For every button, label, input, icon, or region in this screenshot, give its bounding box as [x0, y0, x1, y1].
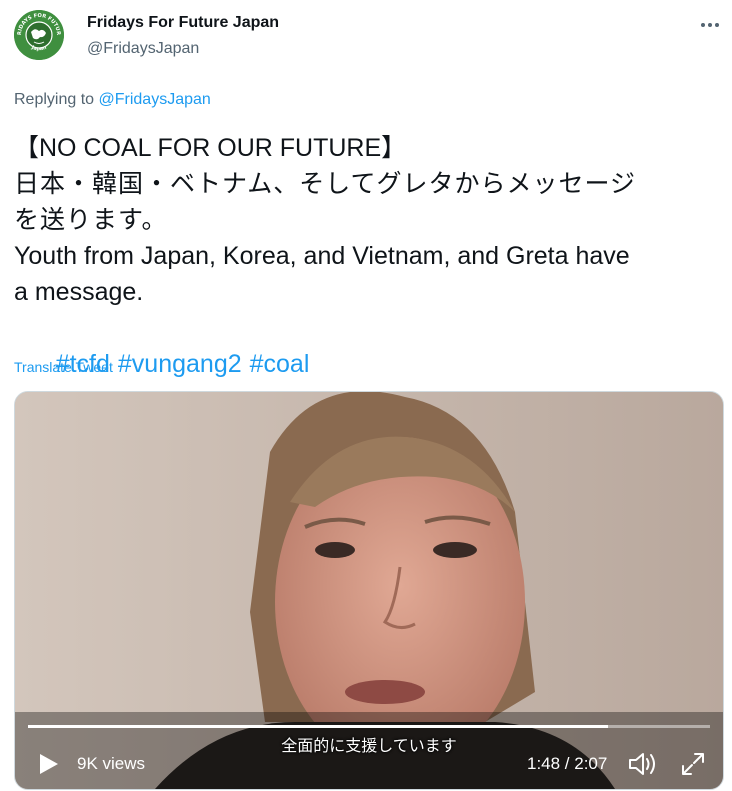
author-handle[interactable]: @FridaysJapan	[87, 40, 199, 58]
play-button[interactable]	[35, 751, 61, 777]
tweet-line-en-2: a message.	[14, 278, 144, 306]
volume-button[interactable]	[627, 750, 659, 778]
hashtag-link[interactable]: #vungang2	[118, 350, 242, 378]
video-time: 1:48 / 2:07	[527, 754, 608, 773]
fullscreen-button[interactable]	[680, 751, 706, 777]
video-frame	[15, 392, 723, 789]
hashtag-link[interactable]: #coal	[250, 350, 310, 378]
video-progress-bar[interactable]	[28, 725, 710, 728]
tweet-line-en-1: Youth from Japan, Korea, and Vietnam, an…	[14, 242, 630, 270]
reply-context: Replying to @FridaysJapan	[14, 91, 211, 109]
reply-target-link[interactable]: @FridaysJapan	[99, 91, 211, 108]
translate-tweet-link[interactable]: Translate Tweet	[14, 359, 113, 375]
video-view-count: 9K views	[77, 754, 146, 773]
play-icon	[40, 754, 58, 774]
avatar[interactable]: FRIDAYS FOR FUTURE Japan	[14, 10, 64, 60]
video-progress-fill	[28, 725, 608, 728]
tweet-line-jp-2: を送ります。	[14, 205, 168, 234]
reply-prefix: Replying to	[14, 91, 99, 108]
tweet-line-jp-1: 日本・韓国・ベトナム、そしてグレタからメッセージ	[14, 169, 637, 198]
video-player[interactable]: 全面的に支援しています 9K views 1:48 / 2:07	[14, 391, 724, 790]
more-horizontal-icon	[701, 23, 719, 27]
fullscreen-icon	[682, 753, 704, 775]
tweet-line-title: 【NO COAL FOR OUR FUTURE】	[14, 134, 407, 162]
fff-logo-icon: FRIDAYS FOR FUTURE Japan	[14, 10, 64, 60]
author-name[interactable]: Fridays For Future Japan	[87, 14, 279, 32]
video-subtitle: 全面的に支援しています	[281, 736, 457, 755]
tweet: FRIDAYS FOR FUTURE Japan Fridays For Fut…	[0, 0, 732, 791]
more-button[interactable]	[697, 14, 723, 36]
volume-icon	[629, 753, 655, 775]
tweet-text: 【NO COAL FOR OUR FUTURE】 日本・韓国・ベトナム、そしてグ…	[14, 130, 720, 418]
